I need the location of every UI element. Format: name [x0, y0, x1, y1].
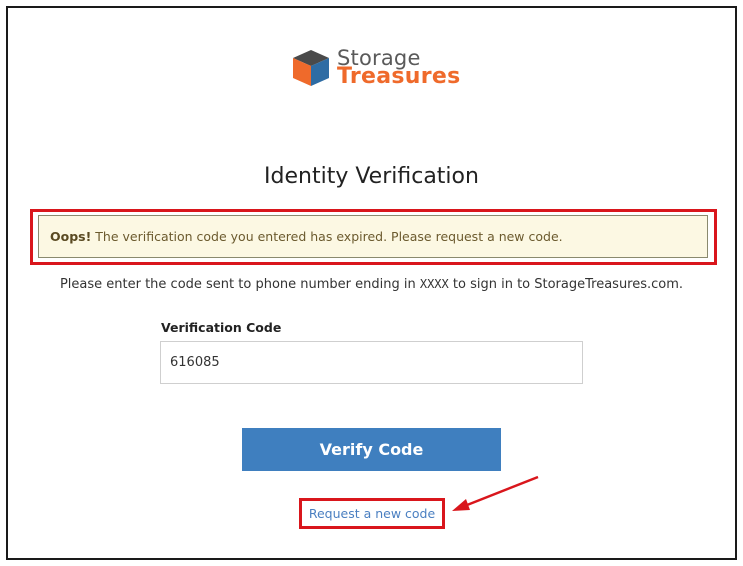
verification-code-input[interactable] — [160, 341, 583, 384]
box-logo-icon — [293, 50, 329, 86]
instructions-text: Please enter the code sent to phone numb… — [0, 277, 743, 292]
logo-text-treasures: Treasures — [337, 64, 461, 89]
instructions-after: to sign in to StorageTreasures.com. — [448, 277, 684, 292]
alert-strong-text: Oops! — [50, 229, 92, 244]
verification-code-label: Verification Code — [161, 320, 282, 335]
page-title: Identity Verification — [264, 164, 479, 189]
verify-code-button[interactable]: Verify Code — [242, 428, 501, 471]
expired-code-alert: Oops! The verification code you entered … — [38, 215, 708, 258]
masked-phone-digits: XXXX — [419, 277, 449, 291]
request-new-code-link[interactable]: Request a new code — [299, 506, 445, 521]
instructions-before: Please enter the code sent to phone numb… — [59, 277, 420, 292]
storage-treasures-logo[interactable]: Storage Treasures — [291, 46, 461, 90]
annotation-arrow-icon — [452, 475, 539, 511]
alert-message: The verification code you entered has ex… — [91, 229, 563, 244]
